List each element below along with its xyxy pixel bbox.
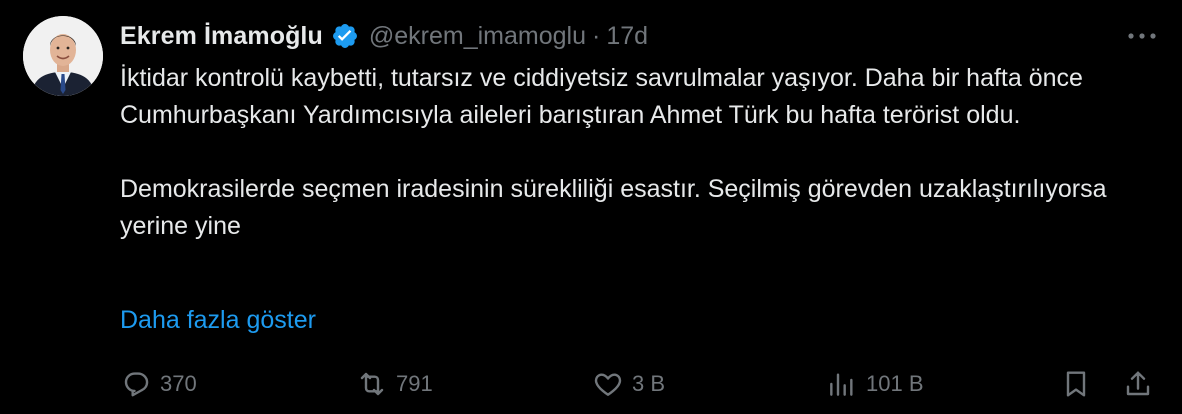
tweet-card: Ekrem İmamoğlu @ekrem_imamoglu · 17d İkt… — [0, 0, 1182, 414]
show-more-link[interactable]: Daha fazla göster — [120, 302, 316, 339]
tweet-text: İktidar kontrolü kaybetti, tutarsız ve c… — [120, 60, 1150, 245]
views-count: 101 B — [866, 371, 924, 396]
header-separator: · — [591, 21, 601, 50]
like-icon — [594, 373, 622, 396]
share-icon — [1126, 371, 1150, 396]
author-handle[interactable]: @ekrem_imamoglu — [369, 22, 586, 51]
bookmark-icon — [1066, 371, 1086, 397]
like-count: 3 B — [632, 371, 666, 396]
tweet-paragraph: Demokrasilerde seçmen iradesinin sürekli… — [120, 175, 1107, 240]
tweet-actions-bar: 370 791 3 B 101 B — [120, 364, 1160, 404]
author-display-name[interactable]: Ekrem İmamoğlu — [120, 22, 323, 51]
avatar[interactable] — [23, 16, 103, 96]
reply-count: 370 — [160, 371, 197, 396]
bookmark-button[interactable] — [1060, 364, 1092, 404]
repost-button[interactable]: 791 — [356, 364, 433, 404]
repost-icon — [360, 372, 384, 396]
views-button[interactable]: 101 B — [826, 364, 924, 404]
tweet-paragraph: İktidar kontrolü kaybetti, tutarsız ve c… — [120, 64, 1083, 129]
repost-count: 791 — [396, 371, 433, 396]
tweet-timestamp[interactable]: 17d — [606, 22, 648, 51]
more-dots-icon — [1128, 33, 1156, 39]
avatar-portrait-icon — [23, 16, 103, 96]
share-button[interactable] — [1122, 364, 1154, 404]
tweet-header: Ekrem İmamoğlu @ekrem_imamoglu · 17d — [120, 18, 648, 54]
more-options-button[interactable] — [1124, 24, 1160, 48]
reply-icon — [124, 372, 149, 397]
views-icon — [830, 373, 853, 396]
reply-button[interactable]: 370 — [120, 364, 197, 404]
verified-badge-icon[interactable] — [331, 22, 359, 50]
like-button[interactable]: 3 B — [592, 364, 665, 404]
